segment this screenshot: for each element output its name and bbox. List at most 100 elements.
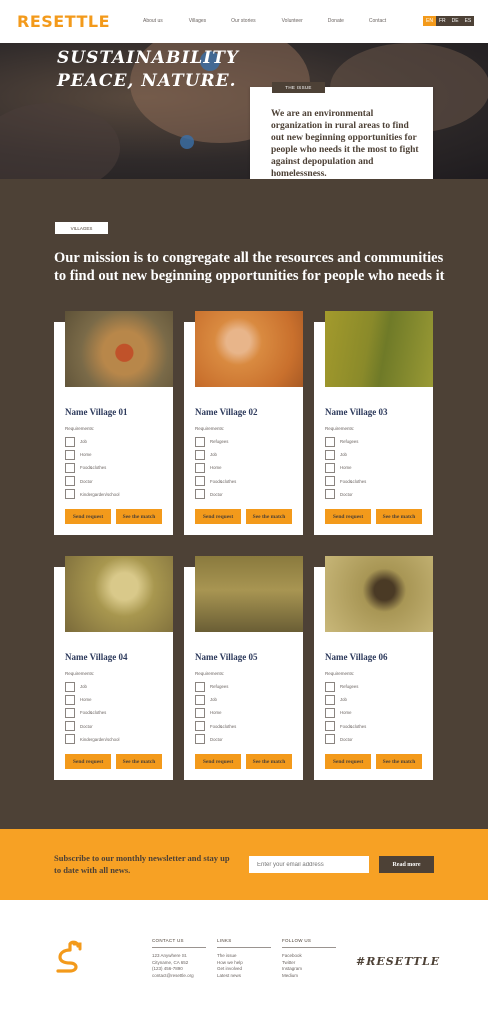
requirement-label: Job <box>80 684 87 690</box>
footer-link-issue[interactable]: The issue <box>217 953 271 960</box>
send-request-button[interactable]: Send request <box>195 509 241 524</box>
footer-link-facebook[interactable]: Facebook <box>282 953 336 960</box>
requirement-checkbox[interactable] <box>195 476 205 487</box>
requirement-checkbox[interactable] <box>325 681 335 692</box>
footer-logo-icon[interactable] <box>54 940 88 974</box>
footer-link-instagram[interactable]: Instagram <box>282 966 336 973</box>
see-match-button[interactable]: See the match <box>376 509 422 524</box>
requirement-checkbox[interactable] <box>65 436 75 447</box>
logo[interactable]: RESETTLE <box>17 12 110 31</box>
requirement-checkbox[interactable] <box>195 734 205 745</box>
requirement-label: Doctor <box>340 491 353 497</box>
send-request-button[interactable]: Send request <box>325 754 371 769</box>
requirement-item: Home <box>195 461 236 474</box>
see-match-button[interactable]: See the match <box>246 754 292 769</box>
requirement-checkbox[interactable] <box>65 476 75 487</box>
mission-title: Our mission is to congregate all the res… <box>54 250 445 284</box>
requirement-checkbox[interactable] <box>195 721 205 732</box>
villages-tag: VILLAGES <box>55 222 108 234</box>
requirements-list: Refugees Job Home Food&clothes Doctor <box>195 680 236 746</box>
requirement-label: Home <box>340 710 352 716</box>
requirement-checkbox[interactable] <box>65 489 75 500</box>
email-field[interactable] <box>249 856 369 873</box>
nav-item-about[interactable]: About us <box>143 18 163 24</box>
requirement-checkbox[interactable] <box>65 721 75 732</box>
requirement-label: Food&clothes <box>340 723 367 729</box>
requirements-label: Requirements: <box>325 426 355 431</box>
requirement-item: Refugees <box>325 680 366 693</box>
requirement-item: Food&clothes <box>65 461 119 474</box>
read-more-button[interactable]: Read more <box>379 856 434 873</box>
requirement-checkbox[interactable] <box>65 449 75 460</box>
requirement-checkbox[interactable] <box>325 721 335 732</box>
footer-follow: FOLLOW US Facebook Twitter Instagram Med… <box>282 938 336 979</box>
requirement-checkbox[interactable] <box>65 462 75 473</box>
village-image <box>65 311 173 387</box>
lang-fr[interactable]: FR <box>435 16 449 26</box>
footer-link-medium[interactable]: Medium <box>282 973 336 980</box>
village-name: Name Village 06 <box>325 652 388 662</box>
requirement-checkbox[interactable] <box>195 436 205 447</box>
village-name: Name Village 01 <box>65 407 128 417</box>
footer-link-news[interactable]: Latest news <box>217 973 271 980</box>
requirement-item: Job <box>325 693 366 706</box>
footer-link-help[interactable]: How we help <box>217 960 271 967</box>
footer-contact-phone[interactable]: (123) 456-7890 <box>152 966 206 973</box>
send-request-button[interactable]: Send request <box>325 509 371 524</box>
requirement-checkbox[interactable] <box>65 734 75 745</box>
requirement-checkbox[interactable] <box>325 489 335 500</box>
requirement-checkbox[interactable] <box>325 436 335 447</box>
requirement-item: Doctor <box>65 475 119 488</box>
requirements-list: Refugees Job Home Food&clothes Doctor <box>325 680 366 746</box>
requirement-checkbox[interactable] <box>195 489 205 500</box>
requirement-label: Doctor <box>210 736 223 742</box>
requirement-checkbox[interactable] <box>65 707 75 718</box>
footer-contact-email[interactable]: contact@resettle.org <box>152 973 206 980</box>
requirement-item: Refugees <box>325 435 366 448</box>
requirement-checkbox[interactable] <box>325 734 335 745</box>
nav-item-villages[interactable]: Villages <box>189 18 206 24</box>
village-image <box>65 556 173 632</box>
requirement-label: Job <box>80 439 87 445</box>
requirement-checkbox[interactable] <box>325 694 335 705</box>
village-image <box>325 556 433 632</box>
requirement-checkbox[interactable] <box>195 462 205 473</box>
see-match-button[interactable]: See the match <box>116 509 162 524</box>
requirement-checkbox[interactable] <box>195 707 205 718</box>
requirement-checkbox[interactable] <box>65 694 75 705</box>
village-image <box>325 311 433 387</box>
footer-link-involved[interactable]: Get involved <box>217 966 271 973</box>
requirement-checkbox[interactable] <box>325 707 335 718</box>
requirement-checkbox[interactable] <box>325 462 335 473</box>
requirement-checkbox[interactable] <box>195 681 205 692</box>
requirement-label: Home <box>210 465 222 471</box>
requirement-label: Job <box>340 452 347 458</box>
nav-item-volunteer[interactable]: Volunteer <box>282 18 303 24</box>
send-request-button[interactable]: Send request <box>65 754 111 769</box>
nav-item-contact[interactable]: Contact <box>369 18 386 24</box>
nav-item-donate[interactable]: Donate <box>328 18 344 24</box>
see-match-button[interactable]: See the match <box>246 509 292 524</box>
requirement-label: Doctor <box>340 736 353 742</box>
nav-item-stories[interactable]: Our stories <box>231 18 255 24</box>
lang-en[interactable]: EN <box>423 16 436 26</box>
village-name: Name Village 05 <box>195 652 258 662</box>
requirement-checkbox[interactable] <box>325 449 335 460</box>
requirement-checkbox[interactable] <box>65 681 75 692</box>
lang-es[interactable]: ES <box>461 16 475 26</box>
footer-links-heading: LINKS <box>217 938 271 948</box>
send-request-button[interactable]: Send request <box>195 754 241 769</box>
village-image <box>195 311 303 387</box>
requirement-checkbox[interactable] <box>195 694 205 705</box>
village-name: Name Village 03 <box>325 407 388 417</box>
requirement-checkbox[interactable] <box>325 476 335 487</box>
see-match-button[interactable]: See the match <box>116 754 162 769</box>
footer-link-twitter[interactable]: Twitter <box>282 960 336 967</box>
send-request-button[interactable]: Send request <box>65 509 111 524</box>
lang-de[interactable]: DE <box>448 16 462 26</box>
see-match-button[interactable]: See the match <box>376 754 422 769</box>
requirement-label: Job <box>210 697 217 703</box>
requirement-label: Food&clothes <box>210 723 237 729</box>
requirement-checkbox[interactable] <box>195 449 205 460</box>
requirement-item: Doctor <box>325 733 366 746</box>
